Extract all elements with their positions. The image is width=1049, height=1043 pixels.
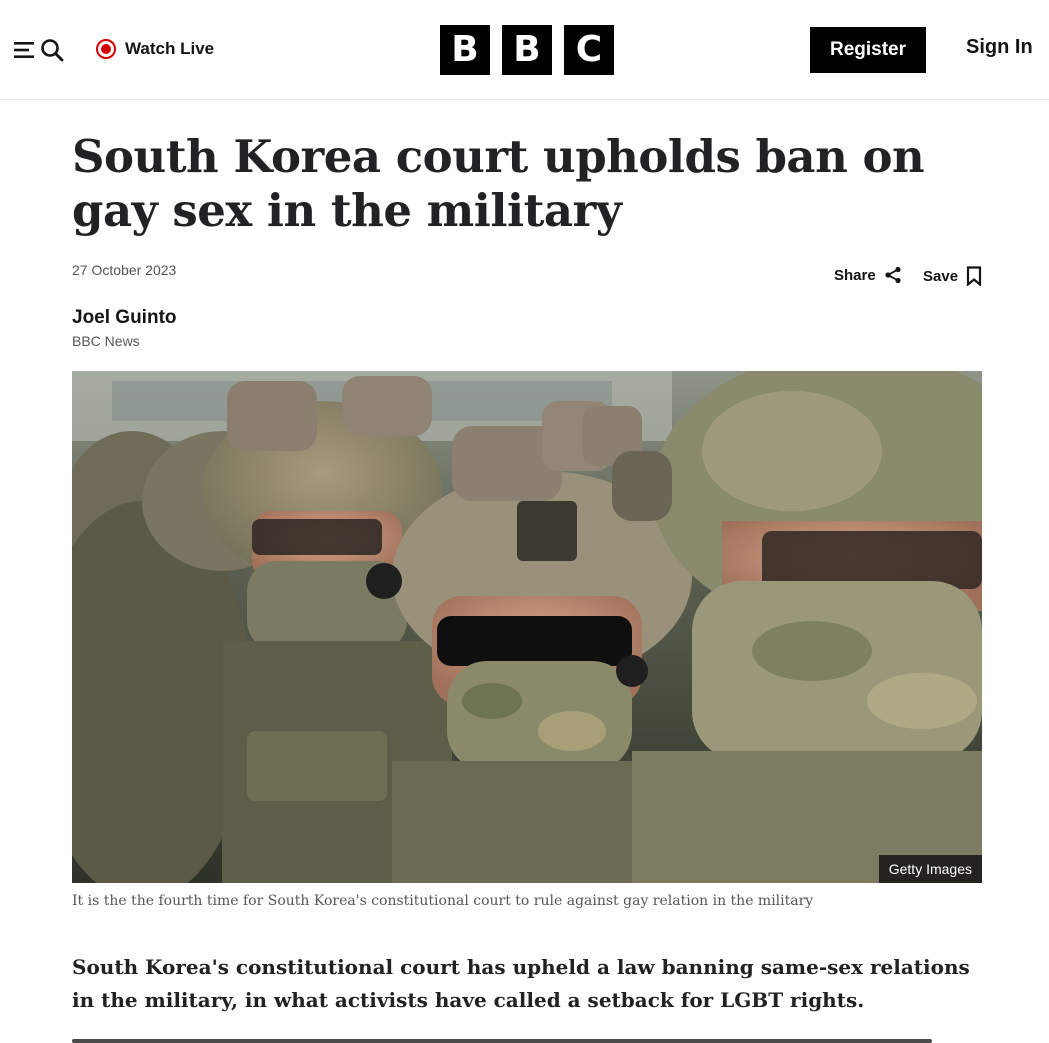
article-headline: South Korea court upholds ban on gay sex… <box>72 130 925 237</box>
site-header: Watch Live B B C Register Sign In <box>0 0 1049 100</box>
live-dot-icon <box>96 39 116 59</box>
bbc-logo[interactable]: B B C <box>440 25 614 75</box>
author-name[interactable]: Joel Guinto <box>72 307 177 329</box>
save-button[interactable]: Save <box>923 266 982 286</box>
menu-icon <box>14 42 34 58</box>
logo-letter-c: C <box>564 25 614 75</box>
share-button[interactable]: Share <box>834 266 902 284</box>
share-icon <box>885 266 901 284</box>
save-label: Save <box>923 267 959 285</box>
body-text-cut-off <box>72 1033 952 1043</box>
watch-live-link[interactable]: Watch Live <box>96 36 214 62</box>
share-label: Share <box>834 266 876 284</box>
logo-letter-b2: B <box>502 25 552 75</box>
register-button[interactable]: Register <box>810 27 926 73</box>
image-credit: Getty Images <box>878 855 982 883</box>
sign-in-link[interactable]: Sign In <box>966 36 1033 59</box>
search-icon <box>41 39 64 62</box>
image-caption: It is the the fourth time for South Kore… <box>72 893 814 909</box>
menu-search-button[interactable] <box>14 36 66 64</box>
article-date: 27 October 2023 <box>72 262 177 278</box>
bookmark-icon <box>966 266 982 286</box>
article-lede: South Korea's constitutional court has u… <box>72 955 970 1012</box>
watch-live-label: Watch Live <box>125 39 215 58</box>
author-outlet: BBC News <box>72 333 140 349</box>
hero-image: Getty Images <box>72 371 982 883</box>
soldiers-photo <box>72 371 982 883</box>
logo-letter-b1: B <box>440 25 490 75</box>
